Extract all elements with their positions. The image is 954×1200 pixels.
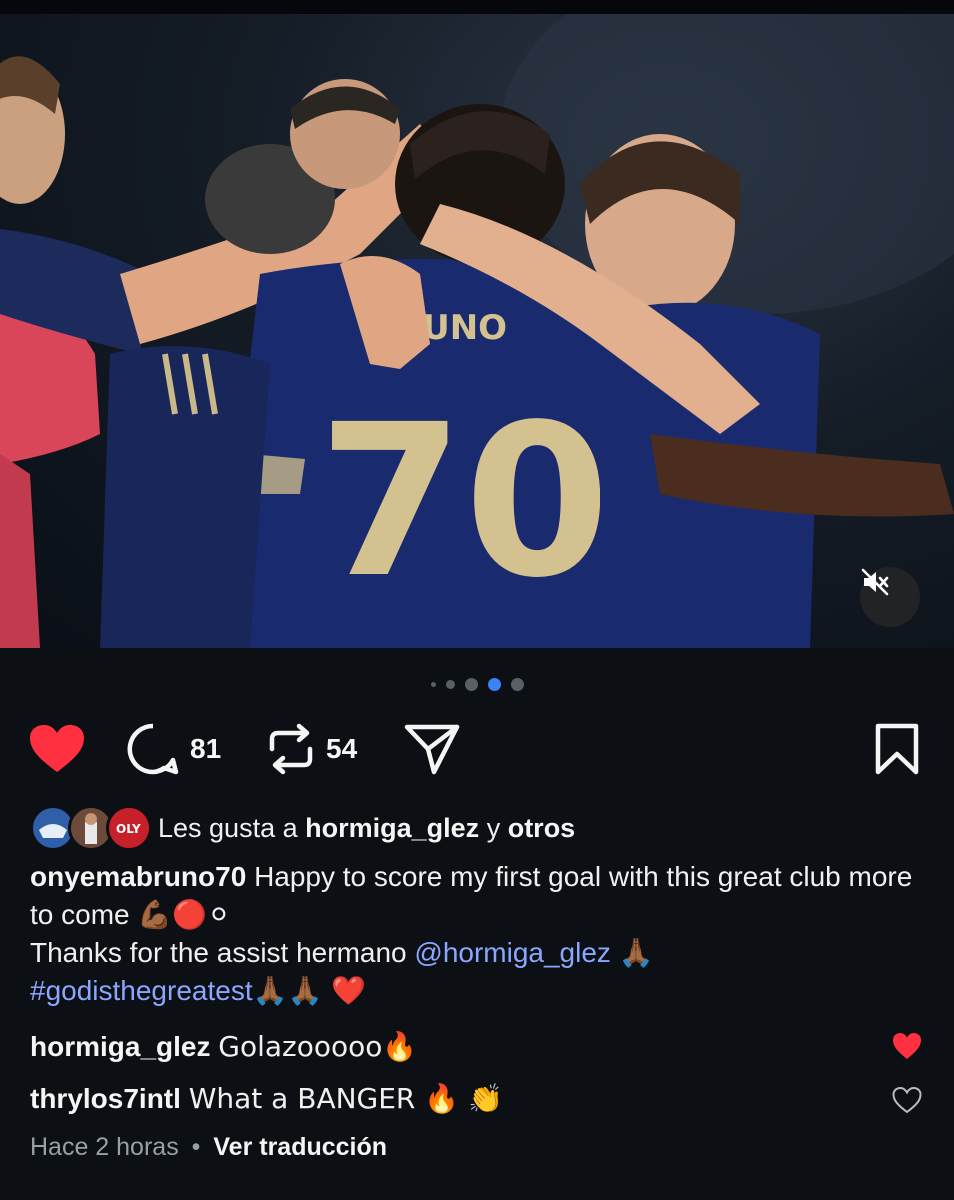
svg-text:70: 70	[318, 379, 610, 624]
carousel-dot	[430, 681, 436, 687]
likes-text: Les gusta a hormiga_glez y otros	[158, 813, 575, 844]
likes-prefix: Les gusta a	[158, 812, 298, 843]
comment-text: What a BANGER 🔥 👏	[188, 1082, 503, 1115]
carousel-indicator	[0, 674, 954, 694]
likes-joiner: y	[486, 812, 501, 843]
caption-line3-emoji: 🙏🏾🙏🏾 ❤️	[252, 974, 367, 1007]
caption-line2: Thanks for the assist hermano	[30, 937, 407, 968]
translate-link[interactable]: Ver traducción	[213, 1133, 387, 1161]
comment-like-button[interactable]	[892, 1032, 922, 1062]
carousel-dot	[510, 677, 524, 691]
comment-username[interactable]: hormiga_glez	[30, 1031, 210, 1062]
post-media[interactable]: 70 BRUNO	[0, 14, 954, 648]
repost-icon	[269, 723, 313, 775]
comment-button[interactable]: 81	[126, 720, 221, 778]
repost-count: 54	[326, 733, 358, 764]
post-meta: Hace 2 horas • Ver traducción	[30, 1130, 387, 1164]
liker-avatars: OLY	[30, 805, 152, 851]
likes-summary[interactable]: OLY Les gusta a hormiga_glez y otros	[30, 805, 575, 851]
caption-line1-emoji: 💪🏾🔴⚪	[137, 898, 231, 931]
svg-text:OLY: OLY	[116, 822, 141, 836]
heart-filled-icon	[893, 1033, 921, 1059]
bookmark-icon	[875, 723, 919, 775]
carousel-dot-active	[487, 677, 501, 691]
comment-username[interactable]: thrylos7intl	[30, 1083, 181, 1114]
share-button[interactable]	[404, 720, 460, 778]
caption-mention[interactable]: @hormiga_glez	[414, 937, 611, 968]
mute-button[interactable]	[860, 567, 920, 627]
send-paper-plane-icon	[404, 724, 460, 775]
comment-row: thrylos7intl What a BANGER 🔥 👏	[30, 1079, 930, 1119]
post-timestamp: Hace 2 horas	[30, 1133, 179, 1161]
speaker-muted-icon	[861, 568, 889, 596]
heart-outline-icon	[892, 1086, 922, 1114]
carousel-dot	[464, 677, 478, 691]
comment-row: hormiga_glez Golazooooo🔥	[30, 1027, 930, 1067]
repost-button[interactable]: 54	[266, 720, 357, 778]
comment-count: 81	[190, 733, 222, 764]
comment-like-button[interactable]	[892, 1086, 922, 1116]
likes-others[interactable]: otros	[508, 813, 576, 843]
save-button[interactable]	[874, 720, 920, 778]
caption-hashtag[interactable]: #godisthegreatest	[30, 975, 253, 1006]
post-photo: 70 BRUNO	[0, 14, 954, 648]
post-caption: onyemabruno70 Happy to score my first go…	[30, 858, 930, 1010]
heart-filled-icon	[30, 725, 84, 772]
caption-author[interactable]: onyemabruno70	[30, 861, 246, 892]
status-bar	[0, 0, 954, 14]
caption-line2-emoji: 🙏🏾	[618, 936, 654, 969]
avatar: OLY	[106, 805, 152, 851]
comment-bubble-icon	[127, 723, 179, 775]
likes-username[interactable]: hormiga_glez	[305, 813, 479, 843]
like-button[interactable]	[28, 720, 86, 778]
carousel-dot	[445, 679, 455, 689]
meta-separator: •	[191, 1133, 201, 1161]
comment-text: Golazooooo🔥	[218, 1030, 418, 1063]
post-action-bar: 81 54	[0, 720, 954, 778]
